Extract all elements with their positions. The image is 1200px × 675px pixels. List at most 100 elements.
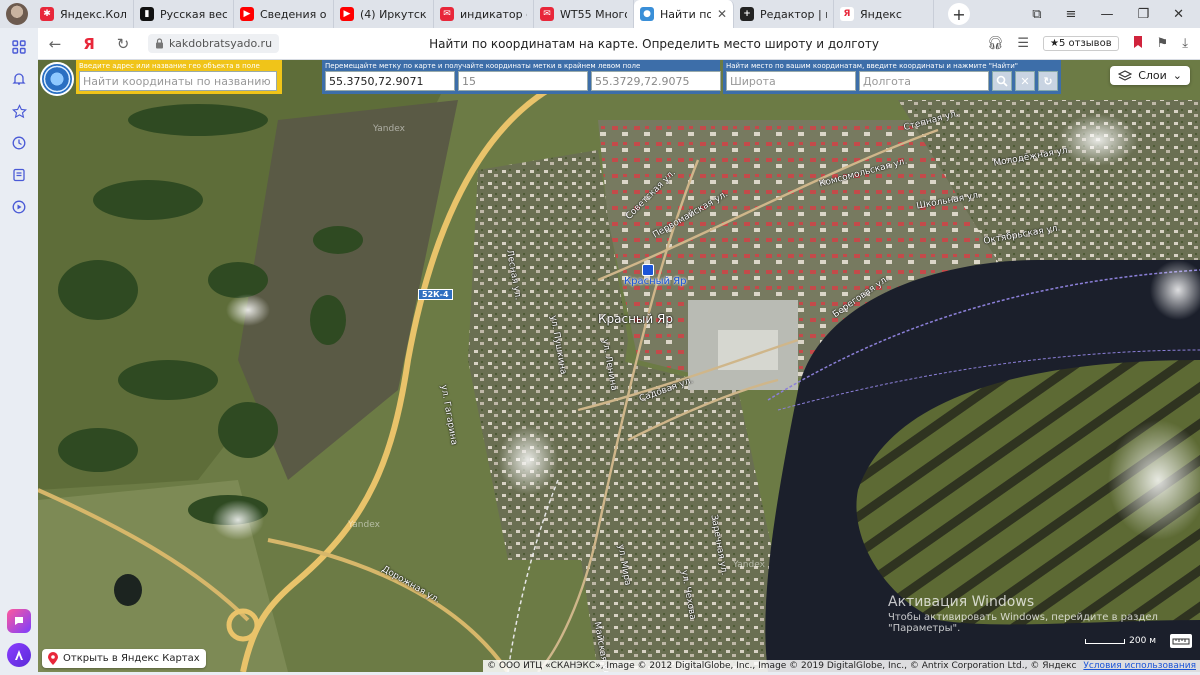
layers-button[interactable]: Слои ⌄ [1110,66,1190,85]
window-controls: ⧉ ≡ — ❐ ✕ [1032,7,1200,22]
corner-coords-field[interactable] [591,71,721,91]
search-hint: Введите адрес или название гео объекта в… [79,62,260,70]
star-icon[interactable] [10,102,28,120]
apps-grid-icon[interactable] [10,38,28,56]
zoom-field[interactable] [458,71,588,91]
layers-icon [1118,69,1133,81]
tab-favicon-icon: ▶ [340,7,354,21]
scale-bar [1085,638,1126,644]
tab-title: Яндекс.Коллекции [60,7,127,21]
open-in-yandex-maps-button[interactable]: Открыть в Яндекс Картах [42,649,206,668]
tab-title: Найти по к… [660,7,711,21]
browser-tabstrip: ✱ Яндекс.Коллекции ▮ Русская весна ▶ Сведения… [0,0,1200,28]
tab-title: (4) Иркутск Сх… [360,7,427,21]
search-icon [996,75,1008,87]
profile-avatar[interactable] [6,3,28,25]
extensions-icon[interactable]: ⚑ [1157,36,1169,51]
tab-6[interactable]: ● Найти по к… ✕ [634,0,734,28]
layers-label: Слои [1138,69,1167,82]
clear-button[interactable]: ✕ [1015,71,1035,91]
tab-title: Редактор | вид… [760,7,827,21]
bookmark-icon[interactable] [1133,35,1143,52]
search-button[interactable] [992,71,1012,91]
lock-icon [156,38,163,49]
tab-favicon-icon: Я [840,7,854,21]
search-panel: Введите адрес или название гео объекта в… [76,60,282,94]
map-pin-icon [48,652,58,665]
back-arrow-icon[interactable]: ← [38,35,72,53]
address-bar-actions: 🎧︎ ☰ ★5 отзывов ⚑ ⤓ [987,35,1200,52]
windows-activation-watermark: Активация Windows Чтобы активировать Win… [888,594,1200,634]
close-window-icon[interactable]: ✕ [1173,7,1184,22]
activation-title: Активация Windows [888,594,1035,610]
page-title: Найти по координатам на карте. Определит… [429,36,879,51]
close-icon: ✕ [1020,74,1030,88]
copyright-text: © ООО ИТЦ «СКАНЭКС», Image © 2012 Digita… [487,661,1077,671]
reader-mode-icon[interactable]: ☰ [1017,36,1029,51]
marker-coords-field[interactable] [325,71,455,91]
tab-1[interactable]: ▮ Русская весна [134,0,234,28]
satellite-map[interactable]: Введите адрес или название гео объекта в… [38,60,1200,672]
yandex-logo-icon[interactable]: Я [72,35,106,53]
tab-5[interactable]: ✉ WT55 Многоф… [534,0,634,28]
tab-0[interactable]: ✱ Яндекс.Коллекции [34,0,134,28]
longitude-input[interactable] [859,71,989,91]
tab-title: Яндекс [860,7,902,21]
tab-favicon-icon: ✉ [440,7,454,21]
marker-hint: Перемещайте метку по карте и получайте к… [325,62,641,70]
sidebar-bottom [7,609,31,667]
bus-stop-icon[interactable] [642,264,654,276]
tab-title: WT55 Многоф… [560,7,627,21]
map-watermark: Yandex [348,520,380,530]
map-copyright: © ООО ИТЦ «СКАНЭКС», Image © 2012 Digita… [483,660,1200,672]
marker-panel: Перемещайте метку по карте и получайте к… [322,60,721,94]
browser-sidebar [0,28,38,675]
ruler-button[interactable] [1170,634,1192,648]
tab-favicon-icon: ▮ [140,7,154,21]
url-field[interactable]: kakdobratsyado.ru [148,34,280,53]
minimize-icon[interactable]: — [1100,7,1113,22]
tab-3[interactable]: ▶ (4) Иркутск Сх… [334,0,434,28]
bell-icon[interactable] [10,70,28,88]
map-imagery [38,60,1200,672]
headphones-icon[interactable]: 🎧︎ [987,36,1004,51]
scale-label: 200 м [1129,636,1156,646]
tab-2[interactable]: ▶ Сведения о вы… [234,0,334,28]
play-icon[interactable] [10,198,28,216]
new-tab-button[interactable]: + [948,3,970,25]
tab-list: ✱ Яндекс.Коллекции ▮ Русская весна ▶ Сведения… [34,0,934,28]
open-in-label: Открыть в Яндекс Картах [63,653,200,664]
download-icon[interactable]: ⤓ [1182,36,1188,51]
restore-icon[interactable]: ❐ [1137,7,1149,22]
tab-close-icon[interactable]: ✕ [717,7,727,21]
site-logo-icon[interactable] [40,62,74,96]
tab-favicon-icon: + [740,7,754,21]
tab-favicon-icon: ● [640,7,654,21]
tabs-overview-icon[interactable]: ⧉ [1032,7,1041,22]
latitude-input[interactable] [726,71,856,91]
terms-link[interactable]: Условия использования [1083,661,1196,671]
tab-favicon-icon: ✱ [40,7,54,21]
find-by-coords-panel: Найти место по вашим координатам, введит… [723,60,1061,94]
town-label: Красный Яр [598,312,673,326]
tab-favicon-icon: ▶ [240,7,254,21]
url-text: kakdobratsyado.ru [169,37,273,50]
reviews-badge[interactable]: ★5 отзывов [1043,36,1119,51]
ruler-icon [1172,638,1190,645]
search-by-name-input[interactable] [79,71,277,91]
refresh-button[interactable]: ↻ [1038,71,1058,91]
messenger-icon[interactable] [7,609,31,633]
map-watermark: Yandex [373,124,405,134]
history-clock-icon[interactable] [10,134,28,152]
tab-7[interactable]: + Редактор | вид… [734,0,834,28]
map-watermark: Yandex [733,560,765,570]
map-pin-label[interactable]: Красный Яр [624,276,686,287]
collections-icon[interactable] [10,166,28,184]
menu-icon[interactable]: ≡ [1066,7,1077,22]
find-hint: Найти место по вашим координатам, введит… [726,62,1018,70]
reload-icon[interactable]: ↻ [106,35,140,53]
tab-4[interactable]: ✉ индикатор скр… [434,0,534,28]
refresh-icon: ↻ [1043,74,1053,88]
tab-8[interactable]: Я Яндекс [834,0,934,28]
alice-assistant-icon[interactable] [7,643,31,667]
